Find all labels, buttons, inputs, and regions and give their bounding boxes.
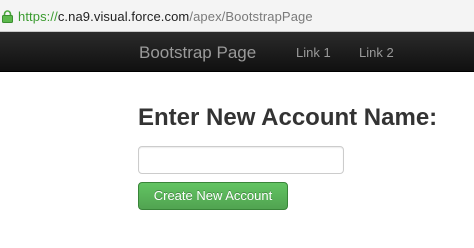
page-heading: Enter New Account Name: — [138, 104, 438, 131]
navbar-brand[interactable]: Bootstrap Page — [139, 43, 256, 62]
url-path: /apex/BootstrapPage — [189, 9, 313, 24]
url-text[interactable]: https://c.na9.visual.force.com/apex/Boot… — [18, 9, 313, 24]
nav-link-2[interactable]: Link 2 — [359, 45, 394, 60]
nav-link-1[interactable]: Link 1 — [296, 45, 331, 60]
navbar: Bootstrap Page Link 1 Link 2 — [0, 32, 474, 72]
url-scheme: https:// — [18, 9, 58, 24]
create-account-button[interactable]: Create New Account — [138, 182, 288, 210]
account-name-input[interactable] — [138, 146, 344, 174]
browser-address-bar[interactable]: https://c.na9.visual.force.com/apex/Boot… — [0, 0, 474, 32]
lock-icon — [2, 10, 13, 23]
url-host: c.na9.visual.force.com — [57, 9, 190, 24]
